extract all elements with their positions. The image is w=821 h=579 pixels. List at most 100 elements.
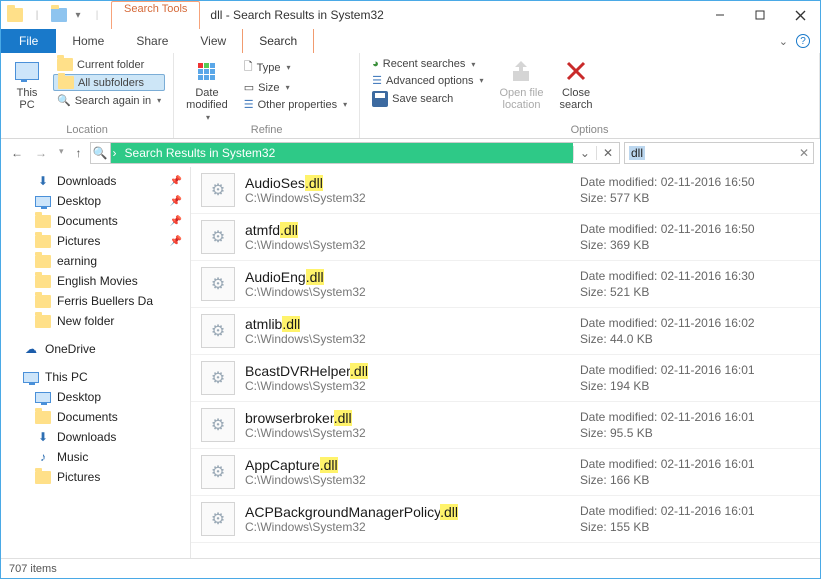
- result-row[interactable]: ⚙ACPBackgroundManagerPolicy.dllC:\Window…: [191, 496, 820, 543]
- result-meta: Date modified: 02-11-2016 16:02Size: 44.…: [580, 315, 810, 347]
- sidebar-item-label: New folder: [57, 314, 114, 328]
- result-name: BcastDVRHelper.dll: [245, 363, 580, 379]
- file-icon: ⚙: [201, 408, 235, 442]
- sidebar-item-label: Desktop: [57, 194, 101, 208]
- quick-access-toolbar: | ▾ |: [1, 7, 111, 23]
- sidebar-item-label: Pictures: [57, 234, 100, 248]
- tab-view[interactable]: View: [184, 29, 242, 53]
- sidebar-item-label: Documents: [57, 214, 118, 228]
- results-list[interactable]: ⚙ AudioSes.dll C:\Windows\System32 Date mod…: [191, 167, 820, 558]
- file-icon: ⚙: [201, 220, 235, 254]
- sidebar-item[interactable]: Ferris Buellers Da: [1, 291, 190, 311]
- result-name: atmlib.dll: [245, 316, 580, 332]
- address-dropdown[interactable]: ⌄: [573, 146, 596, 160]
- navigation-bar: ← → ▾ ↑ 🔍 › Search Results in System32 ⌄…: [1, 139, 820, 167]
- help-icon[interactable]: ?: [796, 34, 810, 48]
- search-again-button[interactable]: 🔍Search again in▾: [53, 93, 165, 108]
- close-window-button[interactable]: [780, 3, 820, 27]
- tab-file[interactable]: File: [1, 29, 56, 53]
- sidebar-item-label: Downloads: [57, 174, 116, 188]
- breadcrumb[interactable]: Search Results in System32: [119, 146, 282, 160]
- recent-searches-button[interactable]: ◕Recent searches▾: [368, 57, 487, 71]
- file-icon: ⚙: [201, 173, 235, 207]
- result-row[interactable]: ⚙BcastDVRHelper.dllC:\Windows\System32Da…: [191, 355, 820, 402]
- tab-search[interactable]: Search: [242, 29, 314, 53]
- result-name: AudioSes.dll: [245, 175, 580, 191]
- result-meta: Date modified: 02-11-2016 16:30Size: 521…: [580, 268, 810, 300]
- clock-icon: ◕: [372, 58, 379, 70]
- result-row[interactable]: ⚙browserbroker.dllC:\Windows\System32Dat…: [191, 402, 820, 449]
- stop-button[interactable]: ✕: [596, 146, 619, 160]
- result-meta: Date modified: 02-11-2016 16:50Size: 369…: [580, 221, 810, 253]
- properties-icon[interactable]: [51, 7, 67, 23]
- folder-icon: [57, 58, 73, 71]
- folder-icon[interactable]: [7, 7, 23, 23]
- sidebar-item[interactable]: earning: [1, 251, 190, 271]
- file-icon: ⚙: [201, 455, 235, 489]
- pin-icon: 📌: [170, 216, 182, 227]
- folder-icon: [35, 295, 51, 308]
- result-row[interactable]: ⚙atmlib.dllC:\Windows\System32Date modif…: [191, 308, 820, 355]
- all-subfolders-button[interactable]: All subfolders: [53, 74, 165, 91]
- this-pc-button[interactable]: This PC: [9, 57, 45, 111]
- up-button[interactable]: ↑: [76, 146, 82, 160]
- tab-share[interactable]: Share: [120, 29, 184, 53]
- result-row[interactable]: ⚙AudioEng.dllC:\Windows\System32Date mod…: [191, 261, 820, 308]
- sidebar-item[interactable]: ♪Music: [1, 447, 190, 467]
- back-button[interactable]: ←: [11, 146, 23, 160]
- search-icon: 🔍: [91, 143, 111, 163]
- maximize-button[interactable]: [740, 3, 780, 27]
- recent-locations-button[interactable]: ▾: [59, 146, 64, 160]
- sidebar-item[interactable]: Pictures📌: [1, 231, 190, 251]
- clear-search-icon[interactable]: ✕: [799, 146, 809, 160]
- sidebar-item-label: earning: [57, 254, 97, 268]
- save-search-button[interactable]: Save search: [368, 90, 487, 108]
- size-button[interactable]: ▭Size▾: [240, 80, 351, 95]
- minimize-button[interactable]: [700, 3, 740, 27]
- forward-button[interactable]: →: [35, 146, 47, 160]
- current-folder-button[interactable]: Current folder: [53, 57, 165, 72]
- sidebar-item[interactable]: Desktop📌: [1, 191, 190, 211]
- sidebar-item[interactable]: Pictures: [1, 467, 190, 487]
- result-path: C:\Windows\System32: [245, 426, 580, 440]
- folder-icon: [35, 315, 51, 328]
- gear-icon: ☰: [372, 74, 382, 87]
- sidebar-item[interactable]: ⬇Downloads: [1, 427, 190, 447]
- sidebar-item[interactable]: ⬇Downloads📌: [1, 171, 190, 191]
- ribbon-collapse-icon[interactable]: ⌄: [779, 35, 788, 48]
- type-button[interactable]: 🗋Type▾: [240, 57, 351, 78]
- search-input[interactable]: dll ✕: [624, 142, 814, 164]
- onedrive-icon: ☁: [25, 342, 37, 356]
- open-location-icon: [507, 57, 535, 85]
- folder-icon: [35, 235, 51, 248]
- sidebar-item[interactable]: ☁OneDrive: [1, 339, 190, 359]
- sidebar-item[interactable]: Desktop: [1, 387, 190, 407]
- sidebar-item[interactable]: This PC: [1, 367, 190, 387]
- address-bar[interactable]: 🔍 › Search Results in System32 ⌄ ✕: [90, 142, 620, 164]
- type-icon: 🗋: [244, 58, 253, 77]
- navigation-pane[interactable]: ⬇Downloads📌Desktop📌 Documents 📌 Pictures📌 ea…: [1, 167, 191, 558]
- qat-dropdown[interactable]: ▾: [73, 7, 83, 23]
- sidebar-item[interactable]: Documents: [1, 407, 190, 427]
- sidebar-item-label: Music: [57, 450, 88, 464]
- date-modified-button[interactable]: Date modified▾: [182, 57, 232, 122]
- file-icon: ⚙: [201, 361, 235, 395]
- result-row[interactable]: ⚙AudioSes.dllC:\Windows\System32Date mod…: [191, 167, 820, 214]
- sidebar-item[interactable]: Documents 📌: [1, 211, 190, 231]
- result-name: atmfd.dll: [245, 222, 580, 238]
- advanced-options-button[interactable]: ☰Advanced options▾: [368, 73, 487, 88]
- sidebar-item[interactable]: New folder: [1, 311, 190, 331]
- result-row[interactable]: ⚙atmfd.dllC:\Windows\System32Date modifi…: [191, 214, 820, 261]
- sidebar-item[interactable]: English Movies: [1, 271, 190, 291]
- folder-icon: [58, 76, 74, 89]
- qat-sep: |: [29, 7, 45, 23]
- other-properties-button[interactable]: ☰Other properties▾: [240, 97, 351, 112]
- ribbon-group-options: ◕Recent searches▾ ☰Advanced options▾ Sav…: [360, 53, 820, 138]
- result-meta: Date modified: 02-11-2016 16:01Size: 166…: [580, 456, 810, 488]
- result-name: ACPBackgroundManagerPolicy.dll: [245, 504, 580, 520]
- close-search-button[interactable]: Close search: [556, 57, 597, 111]
- open-file-location-button: Open file location: [495, 57, 547, 111]
- result-row[interactable]: ⚙AppCapture.dllC:\Windows\System32Date m…: [191, 449, 820, 496]
- qat-sep2: |: [89, 7, 105, 23]
- tab-home[interactable]: Home: [56, 29, 120, 53]
